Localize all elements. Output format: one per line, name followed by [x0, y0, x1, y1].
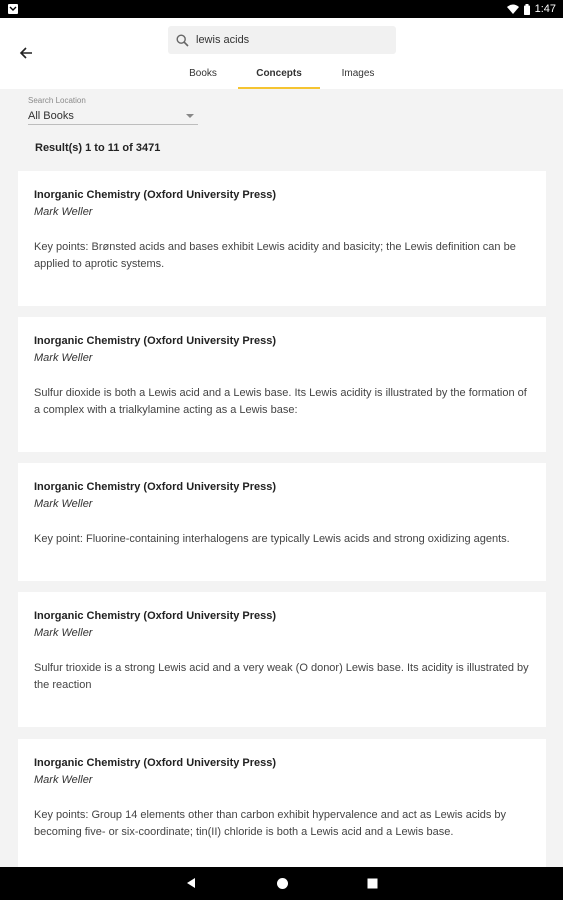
search-location-value: All Books	[28, 109, 74, 122]
result-card[interactable]: Inorganic Chemistry (Oxford University P…	[18, 171, 546, 306]
result-author: Mark Weller	[34, 627, 93, 639]
result-author: Mark Weller	[34, 774, 93, 786]
notification-app-icon	[8, 4, 18, 14]
result-snippet: Sulfur trioxide is a strong Lewis acid a…	[34, 662, 529, 691]
result-author: Mark Weller	[34, 206, 93, 218]
result-snippet: Key points: Brønsted acids and bases exh…	[34, 241, 516, 270]
result-title: Inorganic Chemistry (Oxford University P…	[34, 189, 277, 201]
back-button[interactable]	[16, 43, 36, 63]
result-title: Inorganic Chemistry (Oxford University P…	[34, 335, 277, 347]
dropdown-arrow-icon	[186, 113, 194, 118]
result-title: Inorganic Chemistry (Oxford University P…	[34, 610, 277, 622]
results-summary: Result(s) 1 to 11 of 3471	[35, 142, 161, 154]
battery-icon	[523, 3, 530, 15]
result-author: Mark Weller	[34, 352, 93, 364]
nav-recents-icon	[367, 878, 377, 888]
app-header: Books Concepts Images	[0, 18, 563, 89]
result-snippet: Key points: Group 14 elements other than…	[34, 809, 507, 838]
result-card[interactable]: Inorganic Chemistry (Oxford University P…	[18, 592, 546, 727]
result-snippet: Key point: Fluorine-containing interhalo…	[34, 533, 510, 545]
tab-images[interactable]: Images	[320, 58, 396, 89]
wifi-icon	[506, 4, 519, 14]
search-location-dropdown[interactable]: All Books	[28, 107, 198, 125]
result-author: Mark Weller	[34, 498, 93, 510]
search-location: Search Location All Books	[28, 96, 198, 125]
result-card[interactable]: Inorganic Chemistry (Oxford University P…	[18, 463, 546, 581]
result-title: Inorganic Chemistry (Oxford University P…	[34, 757, 277, 769]
tab-books[interactable]: Books	[168, 58, 238, 89]
status-bar: 1:47	[0, 0, 563, 18]
search-location-label: Search Location	[28, 96, 86, 105]
arrow-left-icon	[19, 47, 32, 59]
search-input[interactable]	[196, 34, 386, 46]
nav-home-icon	[276, 877, 288, 889]
nav-recents-button[interactable]	[365, 876, 379, 890]
result-snippet: Sulfur dioxide is both a Lewis acid and …	[34, 387, 527, 416]
system-nav-bar	[0, 867, 563, 900]
tab-bar: Books Concepts Images	[168, 58, 396, 89]
search-box[interactable]	[168, 26, 396, 54]
search-icon	[176, 33, 190, 47]
result-title: Inorganic Chemistry (Oxford University P…	[34, 481, 277, 493]
nav-back-button[interactable]	[184, 876, 198, 890]
result-card[interactable]: Inorganic Chemistry (Oxford University P…	[18, 739, 546, 867]
tab-concepts[interactable]: Concepts	[238, 58, 320, 89]
nav-home-button[interactable]	[275, 876, 289, 890]
nav-back-icon	[187, 878, 195, 888]
result-card[interactable]: Inorganic Chemistry (Oxford University P…	[18, 317, 546, 452]
status-time: 1:47	[534, 3, 556, 15]
